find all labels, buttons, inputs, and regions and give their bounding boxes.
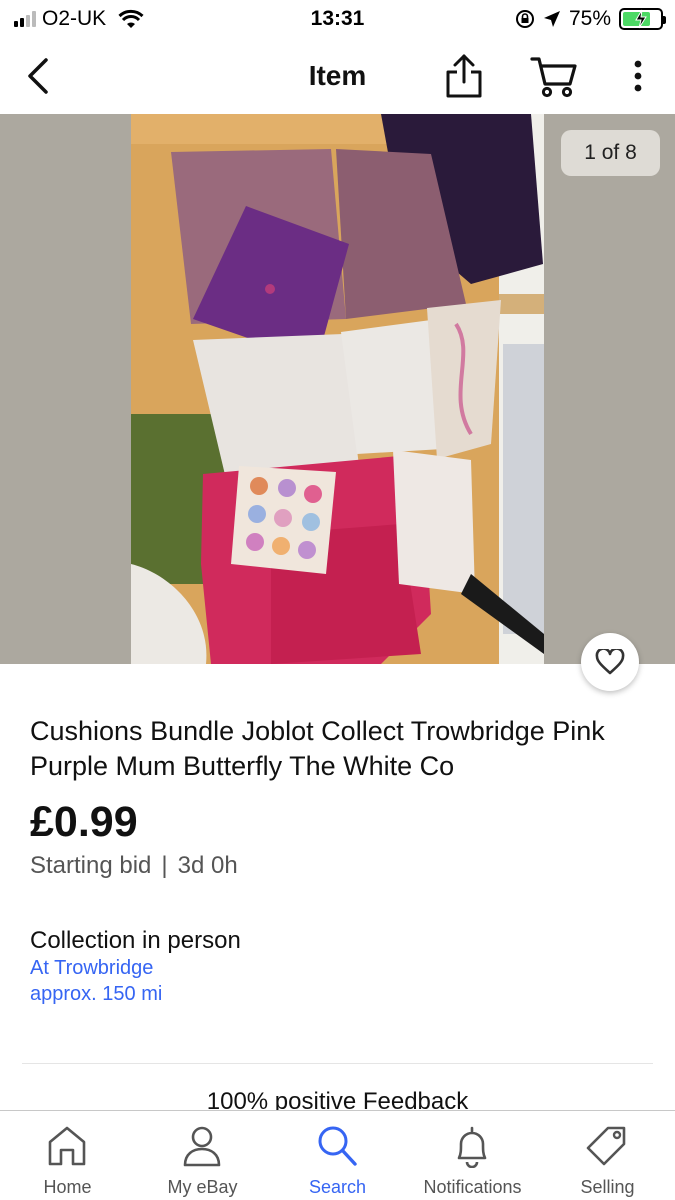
divider xyxy=(22,1063,653,1064)
tab-notifications[interactable]: Notifications xyxy=(405,1111,540,1200)
tab-home[interactable]: Home xyxy=(0,1111,135,1200)
bid-type: Starting bid xyxy=(30,852,152,879)
rotation-lock-icon xyxy=(515,10,534,28)
bid-info: Starting bid | 3d 0h xyxy=(30,852,238,880)
tab-selling-label: Selling xyxy=(580,1177,635,1197)
delivery-heading: Collection in person xyxy=(30,927,241,954)
charging-bolt-icon xyxy=(635,9,647,29)
bid-separator: | xyxy=(161,852,168,879)
tag-icon xyxy=(586,1126,626,1166)
tab-search-label: Search xyxy=(308,1177,367,1197)
tab-bar: Home My eBay Search Notifications Sellin… xyxy=(0,1110,675,1200)
item-price: £0.99 xyxy=(30,798,138,846)
delivery-location-link[interactable]: At Trowbridge xyxy=(30,957,153,980)
more-vertical-icon[interactable] xyxy=(626,56,650,96)
item-photo[interactable] xyxy=(131,114,544,664)
status-right: 75% xyxy=(515,7,666,31)
tab-notifications-label: Notifications xyxy=(423,1177,522,1197)
tab-my-ebay-label: My eBay xyxy=(167,1177,238,1197)
nav-bar: Item xyxy=(0,38,675,114)
home-icon xyxy=(48,1126,86,1166)
delivery-distance-link[interactable]: approx. 150 mi xyxy=(30,983,162,1006)
bell-icon xyxy=(457,1126,487,1168)
photo-counter: 1 of 8 xyxy=(561,130,660,176)
cart-icon[interactable] xyxy=(530,54,578,98)
status-bar: O2-UK 13:31 75% xyxy=(0,0,675,38)
tab-home-label: Home xyxy=(43,1177,92,1197)
search-icon xyxy=(318,1126,357,1166)
heart-icon xyxy=(595,649,625,675)
battery-icon xyxy=(619,8,666,30)
battery-percent: 75% xyxy=(568,7,611,30)
watch-button[interactable] xyxy=(581,633,639,691)
time-left: 3d 0h xyxy=(177,852,238,879)
tab-search[interactable]: Search xyxy=(270,1111,405,1200)
location-arrow-icon xyxy=(543,11,560,27)
tab-selling[interactable]: Selling xyxy=(540,1111,675,1200)
person-icon xyxy=(183,1126,221,1167)
share-icon[interactable] xyxy=(442,52,486,100)
image-gallery[interactable]: 1 of 8 xyxy=(0,114,675,664)
tab-my-ebay[interactable]: My eBay xyxy=(135,1111,270,1200)
item-title: Cushions Bundle Joblot Collect Trowbridg… xyxy=(30,716,605,781)
